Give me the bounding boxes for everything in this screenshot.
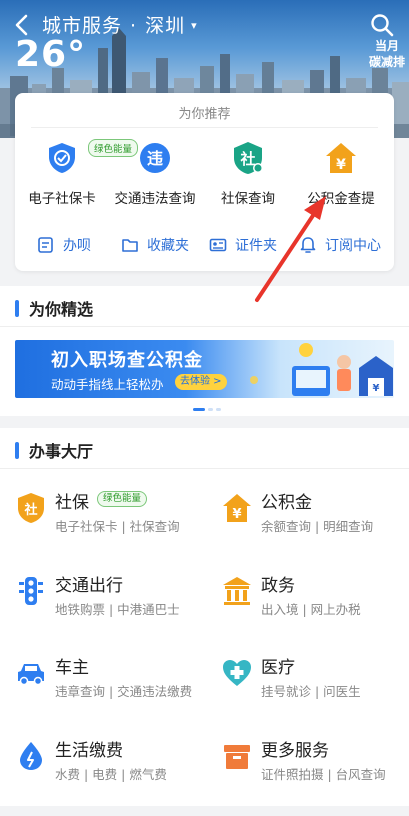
chevron-down-icon[interactable]: ▾ xyxy=(191,19,198,32)
recommend-item-traffic-violation[interactable]: 违 交通违法查询 xyxy=(108,141,202,207)
service-subtitle[interactable]: 地铁购票 | 中港通巴士 xyxy=(55,599,180,618)
recommend-item-label[interactable]: 社保查询 xyxy=(201,187,295,207)
service-car-owner[interactable]: 车主 违章查询 | 交通违法缴费 xyxy=(15,653,205,709)
service-name[interactable]: 政务 xyxy=(261,571,295,596)
service-housing-fund[interactable]: ¥ 公积金 余额查询 | 明细查询 xyxy=(221,488,409,544)
service-name[interactable]: 社保 xyxy=(55,488,89,513)
svg-text:¥: ¥ xyxy=(232,507,241,522)
service-subtitle[interactable]: 水费 | 电费 | 燃气费 xyxy=(55,764,167,783)
service-subtitle[interactable]: 电子社保卡 | 社保查询 xyxy=(55,516,180,535)
service-transport[interactable]: 交通出行 地铁购票 | 中港通巴士 xyxy=(15,571,205,627)
divider xyxy=(0,468,409,469)
banner-subtitle[interactable]: 动动手指线上轻松办 xyxy=(51,374,164,393)
recommend-item-label[interactable]: 电子社保卡 xyxy=(15,187,109,207)
banner-title[interactable]: 初入职场查公积金 xyxy=(51,346,203,372)
box-icon xyxy=(224,745,250,769)
service-shebao[interactable]: 社 社保 绿色能量 电子社保卡 | 社保查询 xyxy=(15,488,205,544)
shebao-icon: 社 xyxy=(18,493,44,523)
recommend-item-housing-fund[interactable]: ¥ 公积金查提 xyxy=(294,141,388,207)
quick-link-label[interactable]: 证件夹 xyxy=(235,235,277,255)
recommend-title: 为你推荐 xyxy=(178,107,231,122)
svg-text:违: 违 xyxy=(147,149,163,168)
recommend-item-label[interactable]: 交通违法查询 xyxy=(108,187,202,207)
quick-link-id-cards[interactable]: 证件夹 xyxy=(209,233,277,257)
service-subtitle[interactable]: 违章查询 | 交通违法缴费 xyxy=(55,681,192,700)
carbon-line2[interactable]: 碳减排 xyxy=(365,54,409,70)
carousel-dot-active xyxy=(193,408,205,411)
recommend-item-shebao-card[interactable]: 电子社保卡 xyxy=(15,141,109,207)
divider xyxy=(31,127,378,128)
service-hall-section: 办事大厅 社 社保 绿色能量 电子社保卡 | 社保查询 ¥ 公积金 余额查询 |… xyxy=(0,428,409,806)
traffic-light-icon xyxy=(19,577,43,605)
carousel-dot xyxy=(208,408,213,411)
housing-fund-icon: ¥ xyxy=(326,143,356,173)
service-subtitle[interactable]: 挂号就诊 | 问医生 xyxy=(261,681,361,700)
service-subtitle[interactable]: 余额查询 | 明细查询 xyxy=(261,516,373,535)
svg-text:¥: ¥ xyxy=(336,157,346,173)
city-name[interactable]: 深圳 xyxy=(145,15,185,37)
shebao-card-icon xyxy=(49,143,75,173)
temperature: 26° xyxy=(15,34,87,75)
service-more[interactable]: 更多服务 证件照拍摄 | 台风查询 xyxy=(221,736,409,792)
service-utilities[interactable]: 生活缴费 水费 | 电费 | 燃气费 xyxy=(15,736,205,792)
service-name[interactable]: 车主 xyxy=(55,653,89,678)
section-heading: 办事大厅 xyxy=(15,440,94,461)
service-name[interactable]: 生活缴费 xyxy=(55,736,123,761)
id-card-icon xyxy=(209,238,227,252)
svg-text:社: 社 xyxy=(23,502,37,518)
bell-icon xyxy=(300,237,316,253)
housing-fund-icon: ¥ xyxy=(223,494,251,522)
recommend-item-label[interactable]: 公积金查提 xyxy=(294,187,388,207)
recommend-card: 为你推荐 绿色能量 电子社保卡 违 交通违法查询 社 社保查询 ¥ 公积金查提 xyxy=(15,93,394,271)
quick-link-label[interactable]: 办呗 xyxy=(63,235,91,255)
section-heading: 为你精选 xyxy=(15,298,94,319)
quick-link-label[interactable]: 订阅中心 xyxy=(325,235,381,255)
quick-link-subscriptions[interactable]: 订阅中心 xyxy=(299,233,381,257)
quick-links-row: 办呗 收藏夹 证件夹 订阅中心 xyxy=(15,233,394,257)
carousel-indicator xyxy=(193,408,221,411)
service-name[interactable]: 更多服务 xyxy=(261,736,329,761)
service-medical[interactable]: 医疗 挂号就诊 | 问医生 xyxy=(221,653,409,709)
divider xyxy=(0,326,409,327)
service-name[interactable]: 交通出行 xyxy=(55,571,123,596)
service-name[interactable]: 医疗 xyxy=(261,653,295,678)
traffic-violation-icon: 违 xyxy=(140,143,170,173)
featured-section: 为你精选 初入职场查公积金 动动手指线上轻松办 去体验 > ¥ xyxy=(0,286,409,416)
shebao-shield-icon: 社 xyxy=(234,142,263,174)
section-heading-text: 办事大厅 xyxy=(29,442,94,461)
doc-list-icon xyxy=(38,237,53,253)
banner-try-button[interactable]: 去体验 > xyxy=(175,374,227,390)
service-subtitle[interactable]: 出入境 | 网上办税 xyxy=(261,599,361,618)
heading-accent-bar xyxy=(15,441,19,459)
svg-text:社: 社 xyxy=(239,150,255,168)
svg-text:¥: ¥ xyxy=(373,383,380,394)
promo-banner[interactable]: 初入职场查公积金 动动手指线上轻松办 去体验 > ¥ xyxy=(15,340,394,398)
carbon-line1[interactable]: 当月 xyxy=(365,38,409,54)
service-government[interactable]: 政务 出入境 | 网上办税 xyxy=(221,571,409,627)
service-name[interactable]: 公积金 xyxy=(261,488,312,513)
government-building-icon xyxy=(223,577,251,605)
folder-icon xyxy=(122,239,138,252)
city-selector[interactable]: 深圳 ▾ xyxy=(145,15,198,37)
recommend-item-shebao-query[interactable]: 社 社保查询 xyxy=(201,141,295,207)
medical-heart-icon xyxy=(223,660,251,686)
water-drop-icon xyxy=(20,742,42,770)
search-icon[interactable] xyxy=(369,12,395,38)
quick-link-banbei[interactable]: 办呗 xyxy=(37,233,91,257)
quick-link-favorites[interactable]: 收藏夹 xyxy=(121,233,189,257)
service-subtitle[interactable]: 证件照拍摄 | 台风查询 xyxy=(261,764,386,783)
car-icon xyxy=(18,664,44,686)
carousel-dot xyxy=(216,408,221,411)
section-heading-text: 为你精选 xyxy=(29,300,94,319)
quick-link-label[interactable]: 收藏夹 xyxy=(147,235,189,255)
heading-accent-bar xyxy=(15,299,19,317)
title-separator: · xyxy=(130,15,138,37)
green-energy-badge: 绿色能量 xyxy=(97,491,148,507)
banner-illustration: ¥ xyxy=(250,343,393,396)
carbon-reduction-link[interactable]: 当月 碳减排 xyxy=(365,38,409,70)
